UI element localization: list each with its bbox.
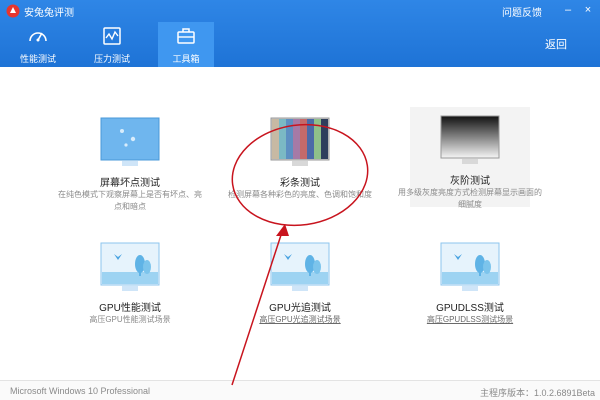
tab-toolbox[interactable]: 工具箱: [158, 22, 214, 67]
toolbox-content: 屏幕坏点测试 在纯色模式下观察屏幕上是否有坏点、亮点和暗点 彩条测试 检测屏幕各…: [0, 67, 600, 380]
tile-description: 用多级灰度亮度方式检测屏幕显示画面的细腻度: [398, 188, 542, 209]
tab-performance-label: 性能测试: [19, 54, 56, 64]
tile-gpu-raytracing[interactable]: GPU光追测试 高压GPU光追测试场景: [225, 242, 375, 332]
status-bar: Microsoft Windows 10 Professional 主程序版本：…: [0, 380, 600, 400]
tile-description: 高压GPUDLSS测试场景: [426, 315, 514, 324]
tile-description: 高压GPU性能测试场景: [89, 315, 171, 324]
app-header: 安兔兔评测 问题反馈 – × 性能测试 压力测试 工具箱 返回: [0, 0, 600, 67]
tile-title: 彩条测试: [280, 178, 320, 189]
speedometer-icon: [29, 32, 47, 42]
feedback-link[interactable]: 问题反馈: [502, 4, 542, 19]
close-button[interactable]: ×: [580, 2, 596, 18]
tile-gpu-performance[interactable]: GPU性能测试 高压GPU性能测试场景: [55, 242, 205, 332]
back-button[interactable]: 返回: [545, 36, 567, 52]
tile-title: 灰阶测试: [450, 176, 490, 187]
tile-description: 在纯色模式下观察屏幕上是否有坏点、亮点和暗点: [58, 190, 202, 211]
tile-gpu-dlss[interactable]: GPUDLSS测试 高压GPUDLSS测试场景: [395, 242, 545, 332]
tile-color-bars[interactable]: 彩条测试 检测屏幕各种彩色的亮度、色调和饱和度: [225, 117, 375, 207]
stress-chart-icon: [103, 27, 121, 45]
tab-performance[interactable]: 性能测试: [10, 22, 66, 67]
toolbox-icon: [177, 28, 195, 44]
tile-dead-pixel[interactable]: 屏幕坏点测试 在纯色模式下观察屏幕上是否有坏点、亮点和暗点: [55, 117, 205, 211]
tile-description: 高压GPU光追测试场景: [259, 315, 341, 324]
minimize-button[interactable]: –: [560, 2, 576, 18]
os-info: Microsoft Windows 10 Professional: [10, 386, 151, 396]
tab-stress[interactable]: 压力测试: [84, 22, 140, 67]
version-info: 主程序版本：1.0.2.6891Beta: [480, 388, 596, 398]
title-bar: 安兔兔评测 问题反馈 – ×: [0, 0, 600, 22]
tile-title: 屏幕坏点测试: [100, 178, 160, 189]
tab-toolbox-label: 工具箱: [172, 54, 200, 64]
tile-grayscale[interactable]: 灰阶测试 用多级灰度亮度方式检测屏幕显示画面的细腻度: [395, 107, 545, 209]
dead-pixel-screen-icon: [100, 117, 160, 166]
tile-description: 检测屏幕各种彩色的亮度、色调和饱和度: [228, 190, 372, 199]
app-title: 安兔兔评测: [24, 8, 74, 19]
tile-title: GPU性能测试: [99, 303, 161, 314]
tab-stress-label: 压力测试: [93, 54, 130, 64]
gpu-raytrace-landscape-icon: [270, 242, 330, 291]
tile-title: GPU光追测试: [269, 303, 331, 314]
gpu-dlss-landscape-icon: [440, 242, 500, 291]
antutu-logo-icon: [6, 4, 20, 18]
tile-title: GPUDLSS测试: [436, 303, 504, 314]
color-bars-icon: [270, 117, 330, 166]
grayscale-icon: [440, 115, 500, 164]
gpu-landscape-icon: [100, 242, 160, 291]
